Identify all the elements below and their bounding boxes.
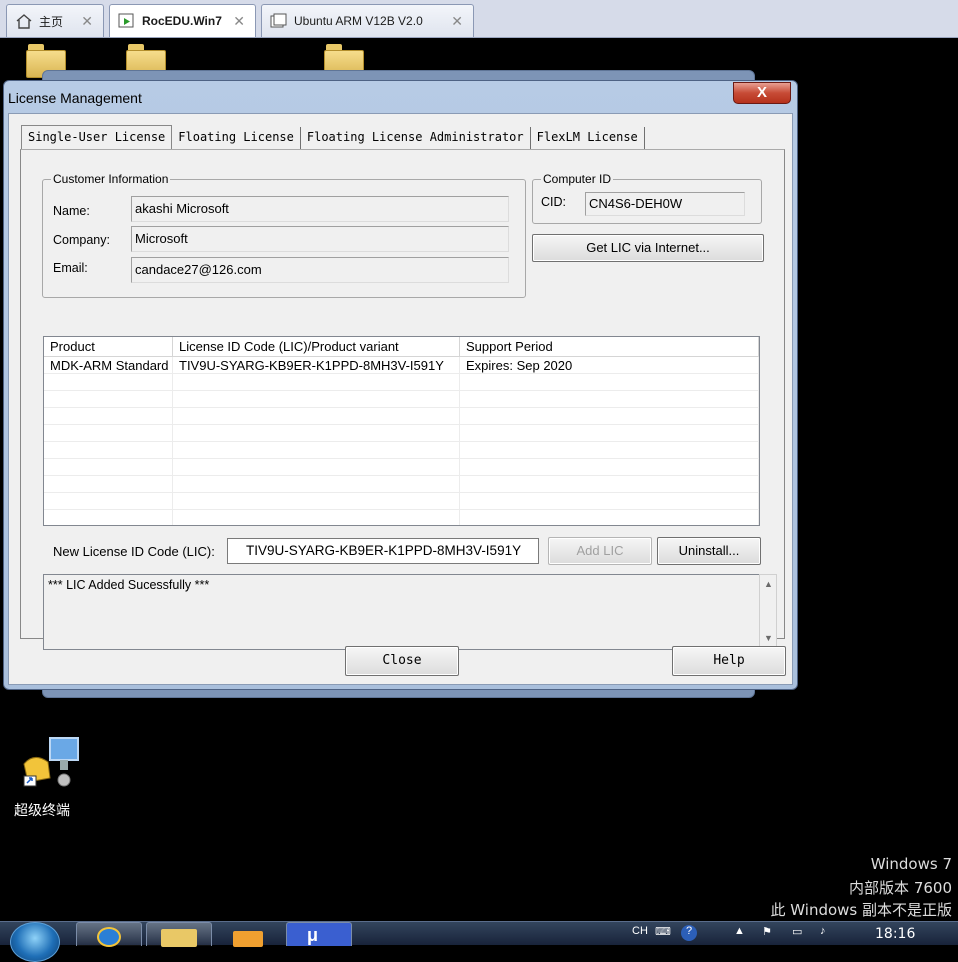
- clock[interactable]: 18:16: [875, 926, 915, 942]
- new-lic-input[interactable]: TIV9U-SYARG-KB9ER-K1PPD-8MH3V-I591Y: [227, 538, 539, 564]
- add-lic-button[interactable]: Add LIC: [548, 537, 652, 565]
- taskbar-explorer-button[interactable]: [146, 922, 212, 947]
- cell-product: MDK-ARM Standard: [44, 357, 173, 373]
- table-row-empty: [44, 408, 759, 425]
- home-icon: [15, 13, 33, 29]
- single-user-license-panel: Customer Information Name: akashi Micros…: [20, 149, 785, 650]
- name-label: Name:: [53, 204, 90, 218]
- folder-icon: [161, 929, 197, 947]
- keil-uvision-icon: μ: [307, 925, 319, 945]
- show-hidden-icons-icon[interactable]: ▲: [734, 925, 745, 937]
- uninstall-button[interactable]: Uninstall...: [657, 537, 761, 565]
- scroll-up-icon[interactable]: ▲: [764, 579, 773, 589]
- group-title: Customer Information: [53, 172, 169, 186]
- tab-rocedu-win7[interactable]: RocEDU.Win7 ✕: [109, 4, 256, 37]
- table-row[interactable]: MDK-ARM Standard TIV9U-SYARG-KB9ER-K1PPD…: [44, 357, 759, 374]
- list-header: Product License ID Code (LIC)/Product va…: [44, 337, 759, 357]
- status-log: *** LIC Added Sucessfully ***: [43, 574, 760, 650]
- email-label: Email:: [53, 261, 88, 275]
- group-title: Computer ID: [543, 172, 612, 186]
- close-tab-icon[interactable]: ✕: [81, 13, 93, 30]
- keyboard-icon[interactable]: ⌨: [655, 925, 671, 938]
- email-field[interactable]: candace27@126.com: [131, 257, 509, 283]
- vmware-tab-bar: 主页 ✕ RocEDU.Win7 ✕ Ubuntu ARM V12B V2.0 …: [0, 0, 958, 38]
- tab-label: 主页: [39, 14, 64, 29]
- internet-explorer-icon: [97, 927, 121, 947]
- network-icon[interactable]: ▭: [792, 925, 802, 938]
- table-row-empty: [44, 459, 759, 476]
- license-management-dialog: License Management X Single-User License…: [3, 80, 798, 690]
- taskbar-media-button[interactable]: [216, 922, 282, 947]
- tab-floating-license[interactable]: Floating License: [172, 127, 301, 150]
- company-field[interactable]: Microsoft: [131, 226, 509, 252]
- taskbar-keil-button[interactable]: μ: [286, 922, 352, 946]
- tab-floating-license-administrator[interactable]: Floating License Administrator: [300, 127, 531, 150]
- cell-lic: TIV9U-SYARG-KB9ER-K1PPD-8MH3V-I591Y: [173, 357, 460, 373]
- table-row-empty: [44, 391, 759, 408]
- hyperterminal-icon[interactable]: [20, 734, 84, 790]
- desktop-icon-label: 超级终端: [14, 803, 70, 819]
- start-button[interactable]: [10, 922, 60, 962]
- tab-label: RocEDU.Win7: [142, 14, 222, 28]
- windows-watermark-line: Windows 7: [870, 855, 952, 873]
- volume-icon[interactable]: ♪: [820, 925, 826, 937]
- dialog-title: License Management: [8, 90, 142, 106]
- dialog-client-area: Single-User License Floating License Flo…: [8, 113, 793, 685]
- windows-watermark-line: 内部版本 7600: [849, 879, 952, 897]
- help-icon[interactable]: ?: [681, 925, 697, 941]
- close-window-button[interactable]: X: [733, 82, 791, 104]
- tab-ubuntu-arm[interactable]: Ubuntu ARM V12B V2.0 ✕: [261, 4, 474, 37]
- company-label: Company:: [53, 233, 110, 247]
- close-tab-icon[interactable]: ✕: [233, 13, 245, 30]
- taskbar-ie-button[interactable]: [76, 922, 142, 947]
- tab-home[interactable]: 主页 ✕: [6, 4, 104, 37]
- name-field[interactable]: akashi Microsoft: [131, 196, 509, 222]
- cid-field[interactable]: CN4S6-DEH0W: [585, 192, 745, 216]
- language-indicator[interactable]: CH: [632, 925, 648, 937]
- license-list[interactable]: Product License ID Code (LIC)/Product va…: [43, 336, 760, 526]
- log-scrollbar[interactable]: ▲ ▼: [759, 574, 777, 650]
- table-row-empty: [44, 510, 759, 525]
- cell-support-period: Expires: Sep 2020: [460, 357, 759, 373]
- vm-running-icon: [118, 13, 136, 29]
- tab-single-user-license[interactable]: Single-User License: [21, 125, 173, 150]
- tab-flexlm-license[interactable]: FlexLM License: [530, 127, 645, 150]
- table-row-empty: [44, 374, 759, 391]
- table-row-empty: [44, 425, 759, 442]
- close-button[interactable]: Close: [345, 646, 459, 676]
- scroll-down-icon[interactable]: ▼: [764, 633, 773, 643]
- get-lic-via-internet-button[interactable]: Get LIC via Internet...: [532, 234, 764, 262]
- tab-label: Ubuntu ARM V12B V2.0: [294, 14, 423, 28]
- taskbar: μ CH ⌨ ? ▲ ⚑ ▭ ♪ 18:16: [0, 921, 958, 962]
- close-tab-icon[interactable]: ✕: [451, 13, 463, 30]
- table-row-empty: [44, 442, 759, 459]
- new-lic-label: New License ID Code (LIC):: [53, 544, 215, 559]
- windows-watermark-line: 此 Windows 副本不是正版: [770, 901, 953, 919]
- column-header-lic[interactable]: License ID Code (LIC)/Product variant: [173, 337, 460, 356]
- help-button[interactable]: Help: [672, 646, 786, 676]
- column-header-product[interactable]: Product: [44, 337, 173, 356]
- table-row-empty: [44, 493, 759, 510]
- action-center-flag-icon[interactable]: ⚑: [762, 925, 772, 938]
- license-tabs: Single-User License Floating License Flo…: [21, 125, 645, 150]
- table-row-empty: [44, 476, 759, 493]
- column-header-support-period[interactable]: Support Period: [460, 337, 759, 356]
- cid-label: CID:: [541, 195, 566, 209]
- vm-icon: [270, 13, 288, 29]
